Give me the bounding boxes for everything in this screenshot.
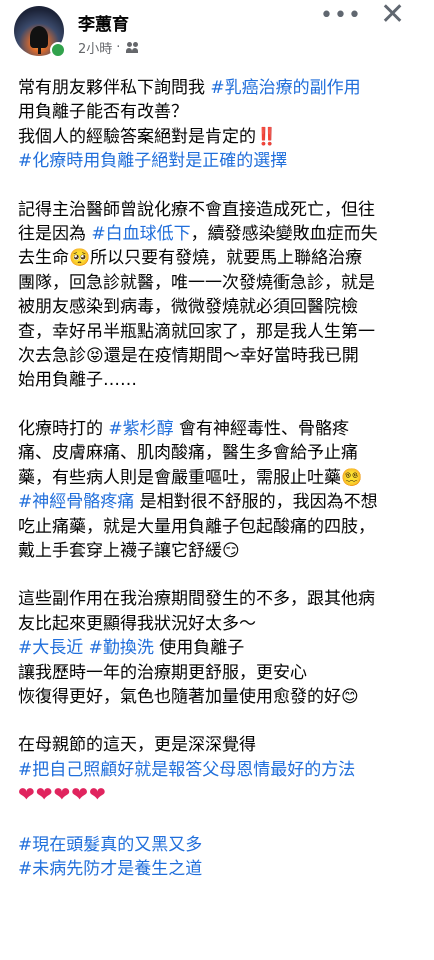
author-name[interactable]: 李蕙育 (78, 10, 129, 35)
text-line: 常有朋友夥伴私下詢問我 #乳癌治療的副作用 (18, 76, 420, 100)
post-time[interactable]: 2小時 (78, 38, 112, 57)
post-text: 這些副作用在我治療期間發生的不多，跟其他病 (18, 589, 375, 610)
hearts-icon: ❤❤❤❤❤ (18, 782, 107, 807)
post-paragraph: 記得主治醫師曾說化療不會直接造成死亡，但往 往是因為 #白血球低下，續發感染變敗血… (18, 198, 420, 393)
text-line: 化療時打的 #紫杉醇 會有神經毒性、骨骼疼 (18, 417, 420, 441)
post-text: 還是在疫情期間～幸好當時我已開 (103, 346, 359, 367)
text-line: #未病先防才是養生之道 (18, 857, 420, 881)
text-line: 戴上手套穿上襪子讓它舒緩😏 (18, 539, 420, 563)
hashtag-link[interactable]: #白血球低下 (91, 224, 190, 244)
post-paragraph: 這些副作用在我治療期間發生的不多，跟其他病 友比起來更顯得我狀況好太多～ #大長近 … (18, 587, 420, 709)
text-line: 記得主治醫師曾說化療不會直接造成死亡，但往 (18, 198, 420, 222)
hashtag-link[interactable]: #勤換洗 (89, 638, 154, 658)
hashtag-link[interactable]: #把自己照顧好就是報答父母恩情最好的方法 (18, 760, 355, 780)
text-line: 痛、皮膚麻痛、肌肉酸痛，醫生多會給予止痛 (18, 441, 420, 465)
emoji-icon: 😝 (86, 346, 104, 367)
text-line: #把自己照顧好就是報答父母恩情最好的方法 (18, 758, 420, 782)
text-line: 在母親節的這天，更是深深覺得 (18, 733, 420, 757)
post-text: 用負離子能否有改善？ (18, 102, 188, 123)
post-text: 常有朋友夥伴私下詢問我 (18, 78, 211, 98)
text-line: #現在頭髮真的又黑又多 (18, 833, 420, 857)
post-text: 讓我歷時一年的治療期更舒服，更安心 (18, 662, 307, 683)
emoji-icon: 😏 (222, 540, 240, 561)
hashtag-link[interactable]: #化療時用負離子絕對是正確的選擇 (18, 151, 287, 171)
text-line: 友比起來更顯得我狀況好太多～ (18, 612, 420, 636)
post-text: 吃止痛藥，就是大量用負離子包起酸痛的四肢， (18, 516, 375, 537)
post-text: 去生命 (18, 248, 69, 269)
post-header: 李蕙育 2小時 · ••• ✕ (0, 0, 434, 66)
text-line: 這些副作用在我治療期間發生的不多，跟其他病 (18, 587, 420, 611)
hashtag-link[interactable]: #未病先防才是養生之道 (18, 859, 202, 879)
hashtag-link[interactable]: #乳癌治療的副作用 (210, 78, 360, 98)
hashtag-link[interactable]: #現在頭髮真的又黑又多 (18, 835, 202, 855)
post-text: 化療時打的 (18, 418, 109, 439)
double-exclamation-icon: ‼️ (256, 126, 278, 147)
hashtag-link[interactable]: #大長近 (18, 638, 83, 658)
post-text: 痛、皮膚麻痛、肌肉酸痛，醫生多會給予止痛 (18, 443, 358, 464)
post-text: 友比起來更顯得我狀況好太多～ (18, 613, 256, 634)
post-text: 會有神經毒性、骨骼疼 (173, 418, 350, 439)
text-line: 始用負離子…… (18, 368, 420, 392)
post-text: 所以只要有發燒，就要馬上聯絡治療 (90, 248, 363, 269)
text-line: 團隊，回急診就醫，唯一一次發燒衝急診，就是 (18, 271, 420, 295)
hashtag-link[interactable]: #神經骨骼疼痛 (18, 492, 134, 512)
text-line: #化療時用負離子絕對是正確的選擇 (18, 149, 420, 173)
more-options-button[interactable]: ••• (320, 5, 362, 27)
post-text: 使用負離子 (153, 638, 245, 659)
text-line: ❤❤❤❤❤ (18, 782, 420, 808)
post-text: 我個人的經驗答案絕對是肯定的 (18, 126, 256, 147)
post-text: 藥，有些病人則是會嚴重嘔吐，需服止吐藥 (18, 467, 341, 488)
post-text: 團隊，回急診就醫，唯一一次發燒衝急診，就是 (18, 272, 375, 293)
post-paragraph: 化療時打的 #紫杉醇 會有神經毒性、骨骼疼 痛、皮膚麻痛、肌肉酸痛，醫生多會給予止… (18, 417, 420, 563)
text-line: 查，幸好吊半瓶點滴就回家了，那是我人生第一 (18, 320, 420, 344)
emoji-icon: 😊 (341, 686, 359, 707)
text-line: 我個人的經驗答案絕對是肯定的‼️ (18, 125, 420, 149)
text-line: 往是因為 #白血球低下，續發感染變敗血症而失 (18, 222, 420, 246)
text-line: 恢復得更好，氣色也隨著加量使用愈發的好😊 (18, 685, 420, 709)
post-text: 恢復得更好，氣色也隨著加量使用愈發的好 (18, 686, 341, 707)
post-text: 在母親節的這天，更是深深覺得 (18, 735, 256, 756)
text-line: #大長近 #勤換洗 使用負離子 (18, 636, 420, 660)
post-text: 始用負離子…… (18, 370, 137, 391)
meta-separator: · (116, 40, 121, 55)
post-paragraph: #現在頭髮真的又黑又多 #未病先防才是養生之道 (18, 833, 420, 882)
post-text: 記得主治醫師曾說化療不會直接造成死亡，但往 (18, 199, 375, 220)
post-body: 常有朋友夥伴私下詢問我 #乳癌治療的副作用 用負離子能否有改善？ 我個人的經驗答案絕… (18, 76, 420, 905)
text-line: 去生命🥺所以只要有發燒，就要馬上聯絡治療 (18, 246, 420, 270)
post-meta: 2小時 · (78, 38, 140, 57)
online-status-dot (50, 42, 66, 58)
post-text: 被朋友感染到病毒，微微發燒就必須回醫院檢 (18, 297, 358, 318)
post-text: ，續發感染變敗血症而失 (190, 224, 378, 245)
post-text: 往是因為 (18, 224, 92, 245)
avatar-trunk-shape (38, 44, 41, 54)
post-text: 是相對很不舒服的，我因為不想 (134, 492, 378, 513)
text-line: 讓我歷時一年的治療期更舒服，更安心 (18, 661, 420, 685)
friends-audience-icon[interactable] (126, 41, 140, 54)
post-text: 查，幸好吊半瓶點滴就回家了，那是我人生第一 (18, 321, 375, 342)
close-button[interactable]: ✕ (380, 0, 405, 30)
text-line: 吃止痛藥，就是大量用負離子包起酸痛的四肢， (18, 515, 420, 539)
text-line: 次去急診😝還是在疫情期間～幸好當時我已開 (18, 344, 420, 368)
emoji-icon: 😵‍💫 (341, 467, 363, 488)
text-line: 被朋友感染到病毒，微微發燒就必須回醫院檢 (18, 295, 420, 319)
post-text: 次去急診 (18, 346, 86, 367)
post-paragraph: 常有朋友夥伴私下詢問我 #乳癌治療的副作用 用負離子能否有改善？ 我個人的經驗答案絕… (18, 76, 420, 174)
post-text: 戴上手套穿上襪子讓它舒緩 (18, 540, 222, 561)
emoji-icon: 🥺 (69, 248, 91, 269)
hashtag-link[interactable]: #紫杉醇 (108, 419, 173, 439)
text-line: 用負離子能否有改善？ (18, 100, 420, 124)
post-paragraph: 在母親節的這天，更是深深覺得 #把自己照顧好就是報答父母恩情最好的方法 ❤❤❤❤❤ (18, 733, 420, 808)
text-line: #神經骨骼疼痛 是相對很不舒服的，我因為不想 (18, 490, 420, 514)
text-line: 藥，有些病人則是會嚴重嘔吐，需服止吐藥😵‍💫 (18, 466, 420, 490)
